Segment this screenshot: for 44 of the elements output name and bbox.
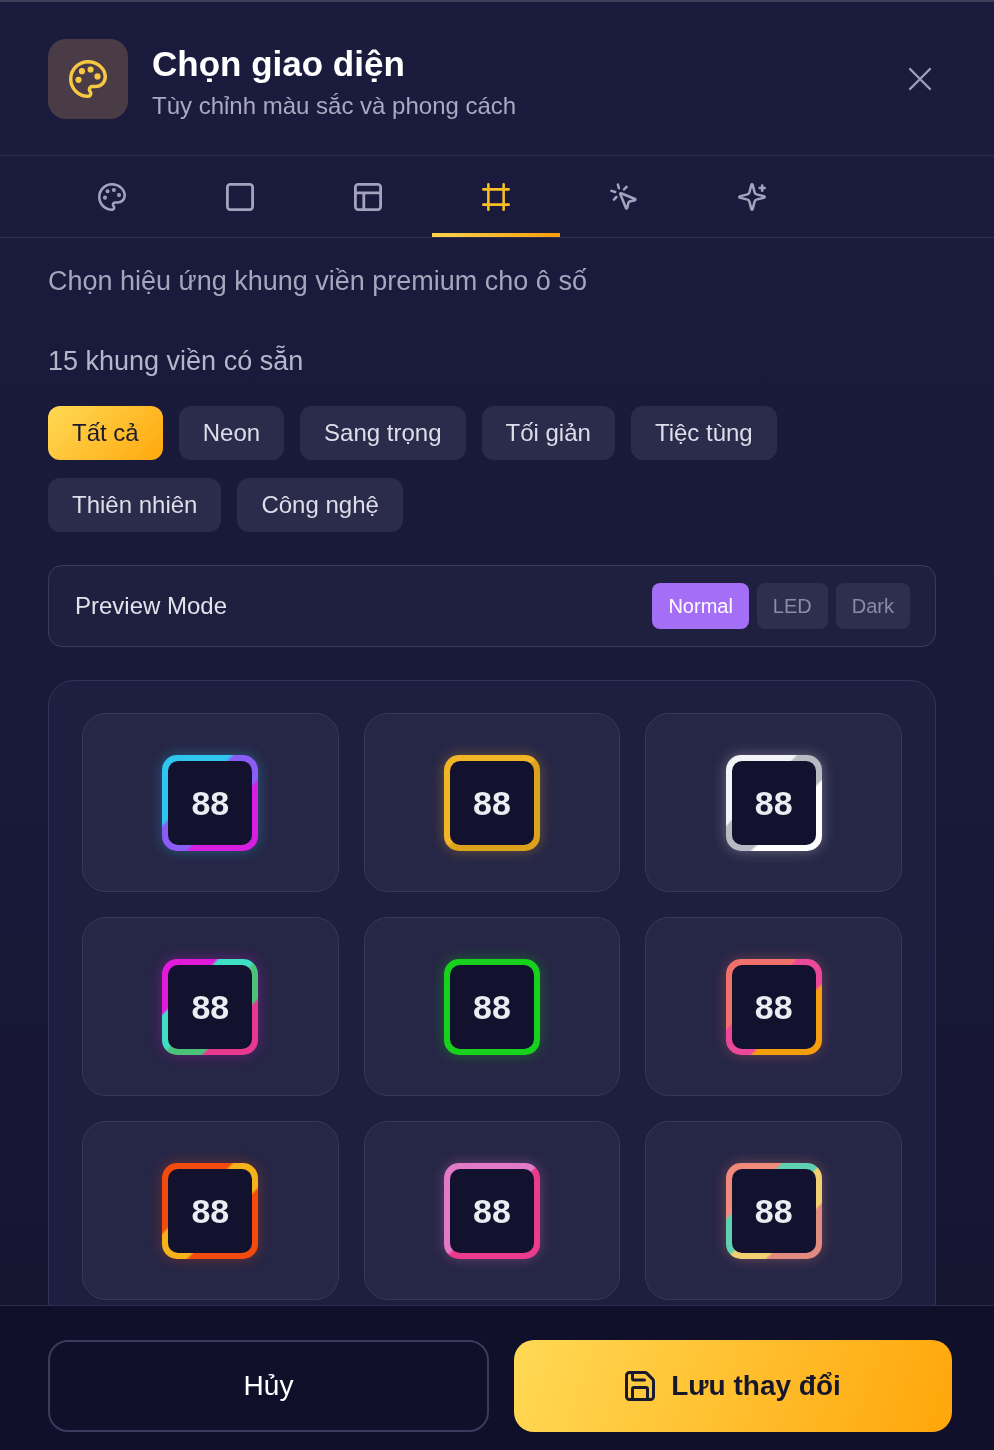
dialog-subtitle: Tùy chỉnh màu sắc và phong cách: [152, 90, 518, 121]
preview-mode-button[interactable]: Dark: [835, 583, 910, 629]
dialog-title: Chọn giao diện: [152, 42, 406, 85]
save-icon: [625, 1371, 656, 1401]
frame-count-text: 15 khung viền có sẵn: [48, 344, 305, 378]
frame-option-card[interactable]: 88: [645, 917, 902, 1096]
layout-icon: [354, 182, 382, 211]
save-label: Lưu thay đổi: [671, 1370, 841, 1402]
frame-digits: 88: [191, 989, 230, 1024]
filter-chip[interactable]: Công nghệ: [237, 478, 403, 532]
filter-chip[interactable]: Tiệc tùng: [630, 406, 777, 460]
frame-digits: 88: [754, 989, 793, 1024]
frame-option-card[interactable]: 88: [82, 917, 339, 1096]
palette-icon: [98, 182, 126, 211]
filter-chip[interactable]: Neon: [178, 406, 285, 460]
filter-chip[interactable]: Thiên nhiên: [48, 478, 222, 532]
sparkle-icon: [738, 182, 766, 211]
frame-option-card[interactable]: 88: [82, 1121, 339, 1300]
frame-option-card[interactable]: 88: [645, 1121, 902, 1300]
frame-digits: 88: [191, 785, 230, 820]
frame-digits: 88: [191, 1193, 230, 1228]
frame-option-card[interactable]: 88: [645, 713, 902, 892]
frame-option-card[interactable]: 88: [363, 917, 621, 1096]
filter-chip[interactable]: Tối giản: [481, 406, 615, 460]
cursor-click-icon: [610, 182, 638, 211]
description-text: Chọn hiệu ứng khung viền premium cho ô số: [48, 265, 588, 298]
frame-digits: 88: [754, 785, 793, 820]
cancel-button[interactable]: Hủy: [48, 1340, 489, 1432]
filter-chip[interactable]: Tất cả: [48, 406, 163, 460]
preview-mode-label: Preview Mode: [75, 592, 228, 620]
frame-option-card[interactable]: 88: [363, 1121, 621, 1300]
frame-option-card[interactable]: 88: [82, 713, 339, 892]
frame-digits: 88: [754, 1193, 793, 1228]
square-icon: [226, 182, 254, 211]
preview-mode-button[interactable]: LED: [756, 583, 828, 629]
filter-chip[interactable]: Sang trọng: [300, 406, 466, 460]
save-button[interactable]: Lưu thay đổi: [514, 1340, 952, 1432]
close-icon[interactable]: [908, 66, 932, 91]
frame-digits: 88: [473, 989, 511, 1024]
frame-icon: [482, 182, 510, 211]
frame-option-card[interactable]: 88: [363, 713, 621, 892]
frame-digits: 88: [473, 785, 511, 820]
frame-digits: 88: [473, 1193, 511, 1228]
palette-logo-icon: [48, 38, 128, 119]
